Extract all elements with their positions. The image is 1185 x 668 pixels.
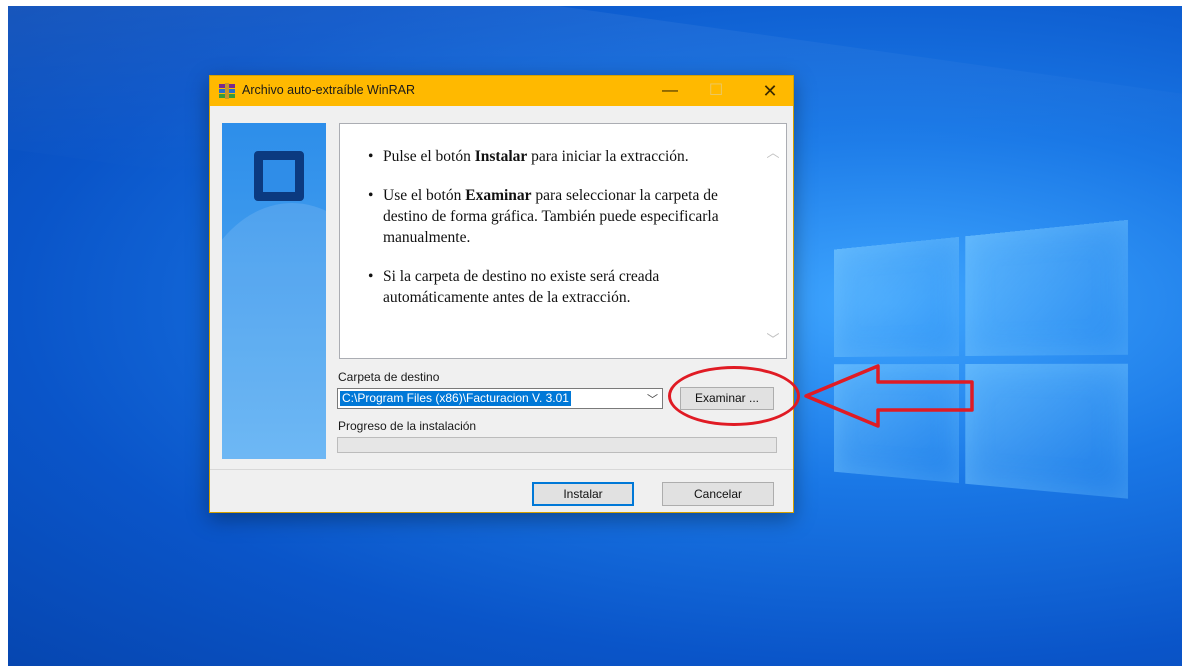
instruction-bold-term: Instalar xyxy=(474,148,528,165)
banner-wave xyxy=(222,203,326,459)
instruction-item: • Si la carpeta de destino no existe será… xyxy=(368,266,753,308)
bullet-icon: • xyxy=(368,268,374,285)
destination-path[interactable]: C:\Program Files (x86)\Facturacion V. 3.… xyxy=(340,391,571,406)
red-arrow-annotation xyxy=(804,364,974,428)
windows-logo-pane xyxy=(965,219,1128,357)
chevron-down-icon[interactable]: ﹀ xyxy=(647,391,658,407)
instructions-panel[interactable]: • Pulse el botón Instalar para iniciar la… xyxy=(339,123,787,359)
install-button[interactable]: Instalar xyxy=(532,482,634,506)
instruction-text: para iniciar la extracción. xyxy=(527,148,689,165)
instruction-text: Use el botón xyxy=(383,187,466,204)
close-button[interactable]: ✕ xyxy=(747,76,793,106)
winrar-sfx-dialog: Archivo auto-extraíble WinRAR — ☐ ✕ • Pul… xyxy=(209,75,794,513)
maximize-button[interactable]: ☐ xyxy=(693,76,739,106)
window-title: Archivo auto-extraíble WinRAR xyxy=(242,83,415,97)
cancel-button[interactable]: Cancelar xyxy=(662,482,774,506)
banner-square-icon xyxy=(254,151,304,201)
destination-combobox[interactable]: C:\Program Files (x86)\Facturacion V. 3.… xyxy=(337,388,663,409)
highlight-ring xyxy=(668,366,800,426)
windows-logo-pane xyxy=(965,363,1128,499)
windows-logo-pane xyxy=(834,236,960,358)
bullet-icon: • xyxy=(368,187,374,204)
winrar-banner xyxy=(222,123,326,459)
progress-label: Progreso de la instalación xyxy=(338,419,477,433)
minimize-button[interactable]: — xyxy=(647,76,693,106)
scroll-down-icon[interactable]: ﹀ xyxy=(766,329,780,348)
instruction-text: Pulse el botón xyxy=(383,148,475,165)
instruction-text: Si la carpeta de destino no existe será … xyxy=(383,268,660,306)
instruction-bold-term: Examinar xyxy=(465,187,532,204)
title-bar[interactable]: Archivo auto-extraíble WinRAR — ☐ ✕ xyxy=(210,76,793,106)
winrar-app-icon xyxy=(219,83,235,99)
scroll-up-icon[interactable]: ︿ xyxy=(766,142,780,161)
instruction-item: • Pulse el botón Instalar para iniciar la… xyxy=(368,146,753,167)
instruction-item: • Use el botón Examinar para seleccionar … xyxy=(368,185,753,248)
bullet-icon: • xyxy=(368,148,374,165)
instructions-list: • Pulse el botón Instalar para iniciar la… xyxy=(368,146,753,326)
install-progress-bar xyxy=(337,437,777,453)
footer-separator xyxy=(210,469,793,470)
destination-label: Carpeta de destino xyxy=(338,370,440,384)
